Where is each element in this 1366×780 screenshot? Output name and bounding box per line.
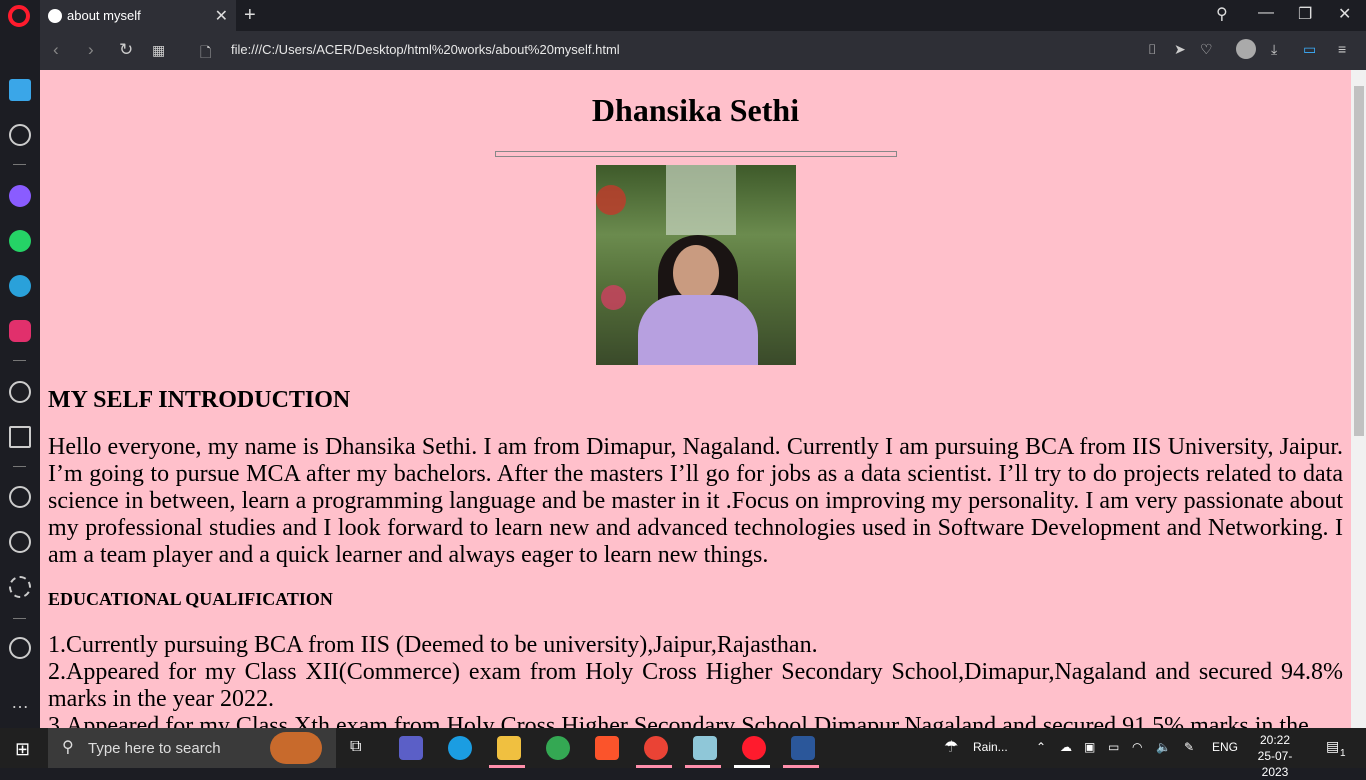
opera-logo-icon[interactable] (8, 5, 30, 27)
sidebar-divider (13, 164, 26, 165)
education-heading: EDUCATIONAL QUALIFICATION (48, 589, 333, 609)
brave-icon[interactable] (595, 736, 619, 760)
battery-icon[interactable]: ▭ (1108, 740, 1119, 754)
list-item: 2.Appeared for my Class XII(Commerce) ex… (48, 659, 1343, 712)
history-icon[interactable] (9, 531, 31, 553)
opera-taskbar-icon[interactable] (742, 736, 766, 760)
battery-saver-icon[interactable]: ▭ (1303, 41, 1316, 58)
tab-bar: about myself ✕ + ⚲ — ❐ ✕ (0, 0, 1366, 31)
clock[interactable]: 20:22 25-07-2023 (1250, 732, 1300, 780)
address-bar-row: ‹ › ↻ ▦ 🗋 file:///C:/Users/ACER/Desktop/… (40, 31, 1366, 70)
onedrive-icon[interactable]: ☁ (1060, 740, 1072, 754)
messenger-icon[interactable] (9, 185, 31, 207)
search-tabs-icon[interactable]: ⚲ (1216, 4, 1228, 24)
tabs-grid-icon[interactable]: ▦ (152, 42, 165, 59)
globe-icon (48, 8, 62, 23)
scrollbar-thumb[interactable] (1354, 86, 1364, 436)
minimize-icon[interactable]: — (1258, 4, 1274, 22)
url-field[interactable]: file:///C:/Users/ACER/Desktop/html%20wor… (231, 42, 620, 57)
close-tab-icon[interactable]: ✕ (215, 6, 228, 26)
horizontal-rule (494, 151, 897, 157)
sidebar-divider (13, 618, 26, 619)
list-item: 3.Appeared for my Class Xth exam from Ho… (48, 713, 1309, 728)
list-item: 1.Currently pursuing BCA from IIS (Deeme… (48, 632, 818, 658)
whatsapp-icon[interactable] (9, 230, 31, 252)
windows-taskbar: ⊞ ⚲ Type here to search ⧉ ☂ Rain... ⌃ ☁ … (0, 728, 1366, 779)
player-icon[interactable] (9, 381, 31, 403)
home-icon[interactable] (9, 79, 31, 101)
sidebar-divider (13, 466, 26, 467)
send-icon[interactable]: ➤ (1174, 41, 1186, 58)
chevron-up-icon[interactable]: ⌃ (1036, 740, 1046, 754)
opera-sidebar: … (0, 70, 40, 728)
intro-heading: MY SELF INTRODUCTION (48, 387, 351, 413)
more-icon[interactable]: … (9, 693, 31, 719)
umbrella-icon[interactable]: ☂ (944, 737, 958, 757)
window-close-icon[interactable]: ✕ (1338, 4, 1351, 24)
file-explorer-icon[interactable] (497, 736, 521, 760)
restore-icon[interactable]: ❐ (1298, 4, 1312, 24)
vertical-scrollbar[interactable] (1351, 70, 1366, 728)
lightbulb-icon[interactable] (9, 637, 31, 659)
education-list: 1.Currently pursuing BCA from IIS (Deeme… (48, 632, 1343, 728)
chrome-icon[interactable] (546, 736, 570, 760)
telegram-icon[interactable] (9, 275, 31, 297)
file-icon: 🗋 (200, 44, 212, 60)
word-icon[interactable] (791, 736, 815, 760)
teams-icon[interactable] (399, 736, 423, 760)
tab-title: about myself (67, 8, 141, 23)
new-tab-icon[interactable]: + (244, 4, 256, 27)
chrome-profile-icon[interactable] (644, 736, 668, 760)
wifi-icon[interactable]: ◠ (1132, 740, 1142, 754)
page-viewport: Dhansika Sethi MY SELF INTRODUCTION Hell… (40, 70, 1351, 728)
bookmarks-icon[interactable] (9, 124, 31, 146)
search-icon: ⚲ (62, 739, 74, 756)
weather-label[interactable]: Rain... (973, 740, 1008, 754)
search-placeholder: Type here to search (88, 739, 221, 757)
sidebar-divider (13, 360, 26, 361)
language-indicator[interactable]: ENG (1212, 740, 1238, 754)
download-icon[interactable]: ⤓ (1271, 41, 1277, 58)
easy-setup-icon[interactable]: ≡ (1338, 41, 1346, 57)
browser-tab[interactable]: about myself ✕ (40, 0, 236, 31)
profile-icon[interactable] (1236, 39, 1256, 59)
instagram-icon[interactable] (9, 320, 31, 342)
settings-icon[interactable] (9, 576, 31, 598)
my-flow-icon[interactable] (9, 426, 31, 448)
volume-icon[interactable]: 🔈 (1156, 740, 1171, 754)
reload-icon[interactable]: ↻ (119, 40, 133, 60)
windows-start-icon[interactable]: ⊞ (15, 739, 30, 760)
search-highlight-icon (270, 732, 322, 764)
task-view-icon[interactable]: ⧉ (350, 738, 361, 756)
intro-paragraph: Hello everyone, my name is Dhansika Seth… (48, 434, 1343, 568)
edge-icon[interactable] (448, 736, 472, 760)
tray-app-icon[interactable]: ▣ (1084, 740, 1095, 754)
date: 25-07-2023 (1257, 749, 1293, 779)
pen-icon[interactable]: ✎ (1184, 740, 1194, 754)
camera-icon[interactable]: ⌷ (1148, 41, 1156, 58)
back-icon[interactable]: ‹ (53, 40, 59, 60)
pinboard-heart-icon[interactable] (9, 486, 31, 508)
profile-photo (595, 165, 796, 365)
app-icon[interactable] (693, 736, 717, 760)
time: 20:22 (1259, 733, 1291, 747)
notification-count: 1 (1340, 748, 1346, 759)
heart-icon[interactable]: ♡ (1200, 41, 1213, 58)
notification-icon[interactable]: ▤ (1326, 738, 1339, 755)
forward-icon[interactable]: › (88, 40, 94, 60)
page-title: Dhansika Sethi (591, 92, 800, 128)
